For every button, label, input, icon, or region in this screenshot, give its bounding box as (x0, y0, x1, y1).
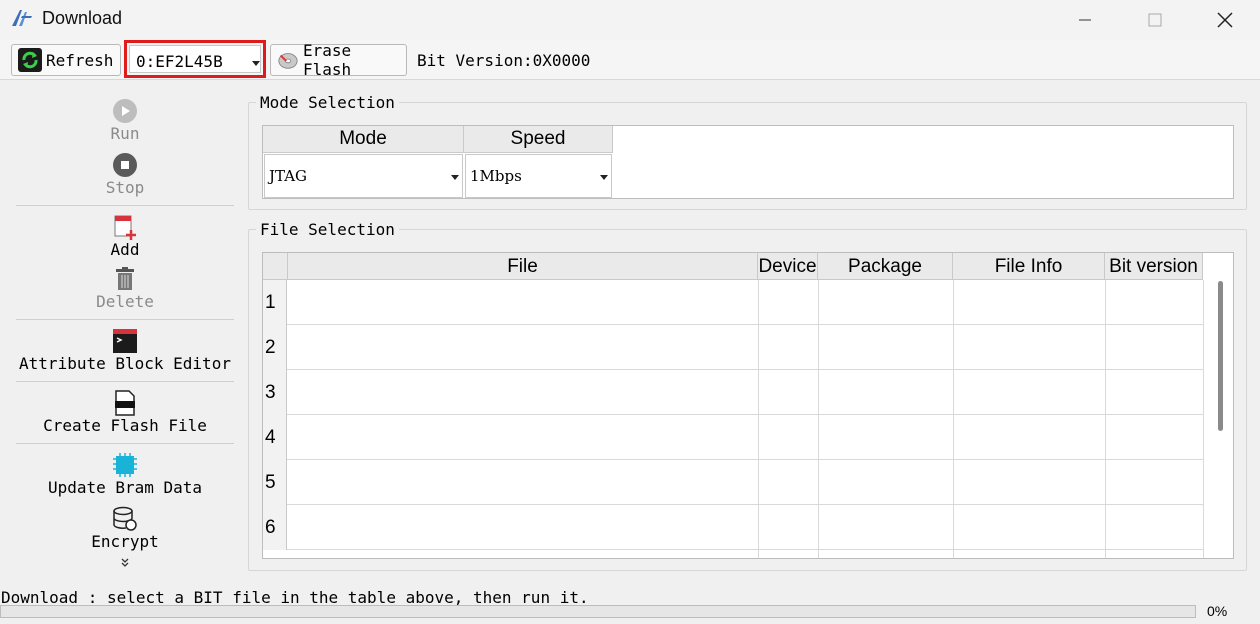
mode-table: Mode Speed JTAG 1Mbps (262, 125, 1234, 199)
column-divider (758, 280, 759, 558)
update-bram-data-label: Update Bram Data (47, 478, 203, 497)
add-file-icon (114, 215, 136, 240)
minimize-icon (1079, 19, 1091, 21)
scrollbar-thumb[interactable] (1218, 281, 1223, 431)
progress-bar (0, 605, 1196, 618)
terminal-icon (113, 329, 137, 353)
row-number: 4 (263, 415, 287, 460)
add-label: Add (110, 240, 140, 259)
table-row[interactable]: 4 (263, 415, 1203, 460)
file-table: File Device Package File Info Bit versio… (262, 252, 1234, 559)
stop-button[interactable]: Stop (16, 152, 234, 197)
delete-button[interactable]: Delete (16, 266, 234, 311)
chevron-down-icon (451, 175, 459, 180)
refresh-label: Refresh (46, 50, 114, 70)
speed-header: Speed (464, 126, 613, 153)
attribute-block-editor-label: Attribute Block Editor (19, 354, 231, 373)
erase-flash-button[interactable]: Erase Flash (270, 41, 407, 79)
sidebar: Run Stop Add Delete Attribute Block Edit… (0, 82, 246, 572)
erase-flash-label: Erase Flash (302, 41, 352, 79)
delete-label: Delete (96, 292, 154, 311)
sidebar-divider (16, 319, 234, 320)
table-row[interactable]: 1 (263, 280, 1203, 325)
speed-select-value: 1Mbps (470, 167, 522, 185)
trash-icon (116, 267, 134, 290)
file-info-column-header[interactable]: File Info (953, 253, 1105, 280)
erase-disk-icon (278, 53, 298, 69)
create-flash-file-button[interactable]: Create Flash File (16, 390, 234, 435)
row-number: 6 (263, 505, 287, 550)
window-title: Download (42, 8, 123, 28)
file-selection-title: File Selection (256, 220, 399, 239)
file-column-header[interactable]: File (288, 253, 758, 280)
database-lock-icon (113, 506, 137, 531)
row-number: 2 (263, 325, 287, 370)
column-divider (953, 280, 954, 558)
column-divider (1105, 280, 1106, 558)
mode-header: Mode (263, 126, 464, 153)
minimize-button[interactable] (1050, 0, 1120, 40)
close-icon (1217, 12, 1233, 28)
package-column-header[interactable]: Package (818, 253, 953, 280)
mode-select-value: JTAG (269, 167, 308, 185)
bit-version-label: Bit Version:0X0000 (417, 51, 591, 70)
toolbar: Refresh 0:EF2L45B Erase Flash (0, 40, 1260, 80)
run-label: Run (110, 124, 140, 143)
bit-version-column-header[interactable]: Bit version (1105, 253, 1203, 280)
title-bar: Download (0, 0, 1260, 40)
update-bram-data-button[interactable]: Update Bram Data (16, 452, 234, 497)
attribute-block-editor-button[interactable]: Attribute Block Editor (16, 328, 234, 373)
play-icon (113, 99, 137, 123)
encrypt-label: Encrypt (91, 532, 159, 551)
table-row[interactable]: 6 (263, 505, 1203, 550)
row-number: 3 (263, 370, 287, 415)
anlogic-logo-icon (12, 10, 32, 26)
stop-icon (113, 153, 137, 177)
column-divider (1203, 280, 1204, 558)
device-select-box: 0:EF2L45B (129, 45, 261, 73)
corner-header (263, 253, 288, 280)
device-select[interactable]: 0:EF2L45B (124, 40, 266, 78)
table-row[interactable]: 2 (263, 325, 1203, 370)
speed-select[interactable]: 1Mbps (465, 154, 612, 198)
device-column-header[interactable]: Device (758, 253, 818, 280)
run-button[interactable]: Run (16, 98, 234, 143)
mode-selection-title: Mode Selection (256, 93, 399, 112)
create-flash-file-label: Create Flash File (43, 416, 207, 435)
sidebar-divider (16, 381, 234, 382)
maximize-icon (1148, 13, 1162, 27)
refresh-icon (18, 48, 42, 72)
column-divider (818, 280, 819, 558)
row-number: 1 (263, 280, 287, 325)
table-row[interactable]: 5 (263, 460, 1203, 505)
mode-select[interactable]: JTAG (264, 154, 463, 198)
flash-file-icon (115, 390, 135, 416)
double-chevron-down-icon[interactable] (120, 558, 130, 568)
device-select-value: 0:EF2L45B (136, 52, 223, 71)
add-button[interactable]: Add (16, 214, 234, 259)
row-number: 5 (263, 460, 287, 505)
stop-label: Stop (105, 178, 145, 197)
refresh-button[interactable]: Refresh (11, 44, 121, 76)
close-button[interactable] (1190, 0, 1260, 40)
maximize-button[interactable] (1120, 0, 1190, 40)
encrypt-button[interactable]: Encrypt (16, 506, 234, 551)
table-row[interactable]: 3 (263, 370, 1203, 415)
progress-label: 0% (1207, 603, 1228, 619)
ram-chip-icon (113, 453, 137, 477)
chevron-down-icon (252, 61, 260, 66)
chevron-down-icon (600, 175, 608, 180)
sidebar-divider (16, 443, 234, 444)
sidebar-divider (16, 205, 234, 206)
